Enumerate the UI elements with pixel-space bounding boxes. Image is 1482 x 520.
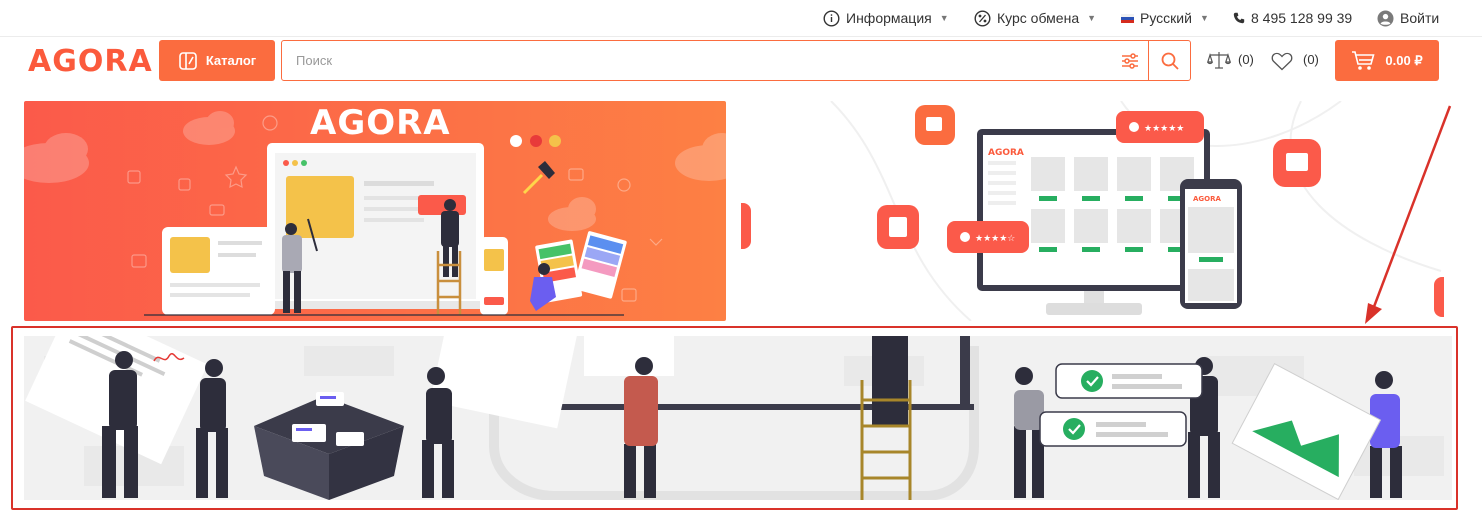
cart-button[interactable]: 0.00 ₽ [1335, 40, 1439, 81]
svg-text:★★★★☆: ★★★★☆ [975, 234, 1015, 244]
phone-link[interactable]: 8 495 128 99 39 [1233, 9, 1352, 27]
scales-icon [1206, 52, 1232, 69]
russian-flag-icon [1121, 13, 1134, 23]
highlight-frame [11, 326, 1458, 510]
chevron-down-icon: ▼ [939, 13, 949, 23]
catalog-icon [179, 51, 197, 70]
promo-banner-right[interactable]: AGORA ★★★★★ ★★★★☆ AGORA [741, 101, 1444, 321]
compare-link[interactable] [1206, 50, 1232, 72]
login-link[interactable]: Войти [1377, 9, 1439, 27]
banner-logo: AGORA [310, 103, 451, 143]
phone-number: 8 495 128 99 39 [1251, 10, 1353, 26]
wishlist-count: (0) [1303, 52, 1319, 67]
search-filter-button[interactable] [1112, 41, 1148, 80]
banner-illustration: AGORA ★★★★★ ★★★★☆ AGORA [741, 101, 1444, 321]
percent-icon [974, 9, 991, 27]
promo-banner-left[interactable]: AGORA [24, 101, 726, 321]
info-menu-label: Информация [846, 10, 932, 26]
search-button[interactable] [1148, 41, 1190, 80]
svg-text:AGORA: AGORA [1193, 195, 1222, 203]
user-icon [1377, 10, 1394, 26]
svg-text:AGORA: AGORA [988, 148, 1024, 158]
language-menu[interactable]: Русский ▼ [1121, 9, 1209, 27]
compare-count: (0) [1238, 52, 1254, 67]
header-divider [0, 36, 1482, 37]
phone-icon [1233, 12, 1245, 24]
svg-text:★★★★★: ★★★★★ [1144, 124, 1184, 134]
catalog-button[interactable]: Каталог [159, 40, 275, 81]
exchange-menu-label: Курс обмена [997, 10, 1080, 26]
catalog-label: Каталог [205, 53, 257, 68]
exchange-menu[interactable]: Курс обмена ▼ [974, 9, 1096, 27]
cart-icon [1352, 51, 1375, 70]
info-menu[interactable]: Информация ▼ [823, 9, 949, 27]
search-bar [281, 40, 1191, 81]
top-bar: Информация ▼ Курс обмена ▼ Русский ▼ 8 4… [0, 0, 1482, 36]
heart-icon [1271, 52, 1293, 71]
chevron-down-icon: ▼ [1087, 13, 1097, 23]
search-input[interactable] [282, 41, 1112, 80]
search-icon [1161, 52, 1179, 70]
wishlist-link[interactable] [1271, 52, 1293, 71]
info-icon [823, 9, 840, 27]
language-menu-label: Русский [1140, 10, 1192, 26]
site-logo[interactable]: AGORA [28, 44, 153, 79]
login-label: Войти [1400, 10, 1440, 26]
sliders-icon [1122, 52, 1138, 69]
chevron-down-icon: ▼ [1199, 13, 1209, 23]
cart-total: 0.00 ₽ [1385, 52, 1423, 68]
